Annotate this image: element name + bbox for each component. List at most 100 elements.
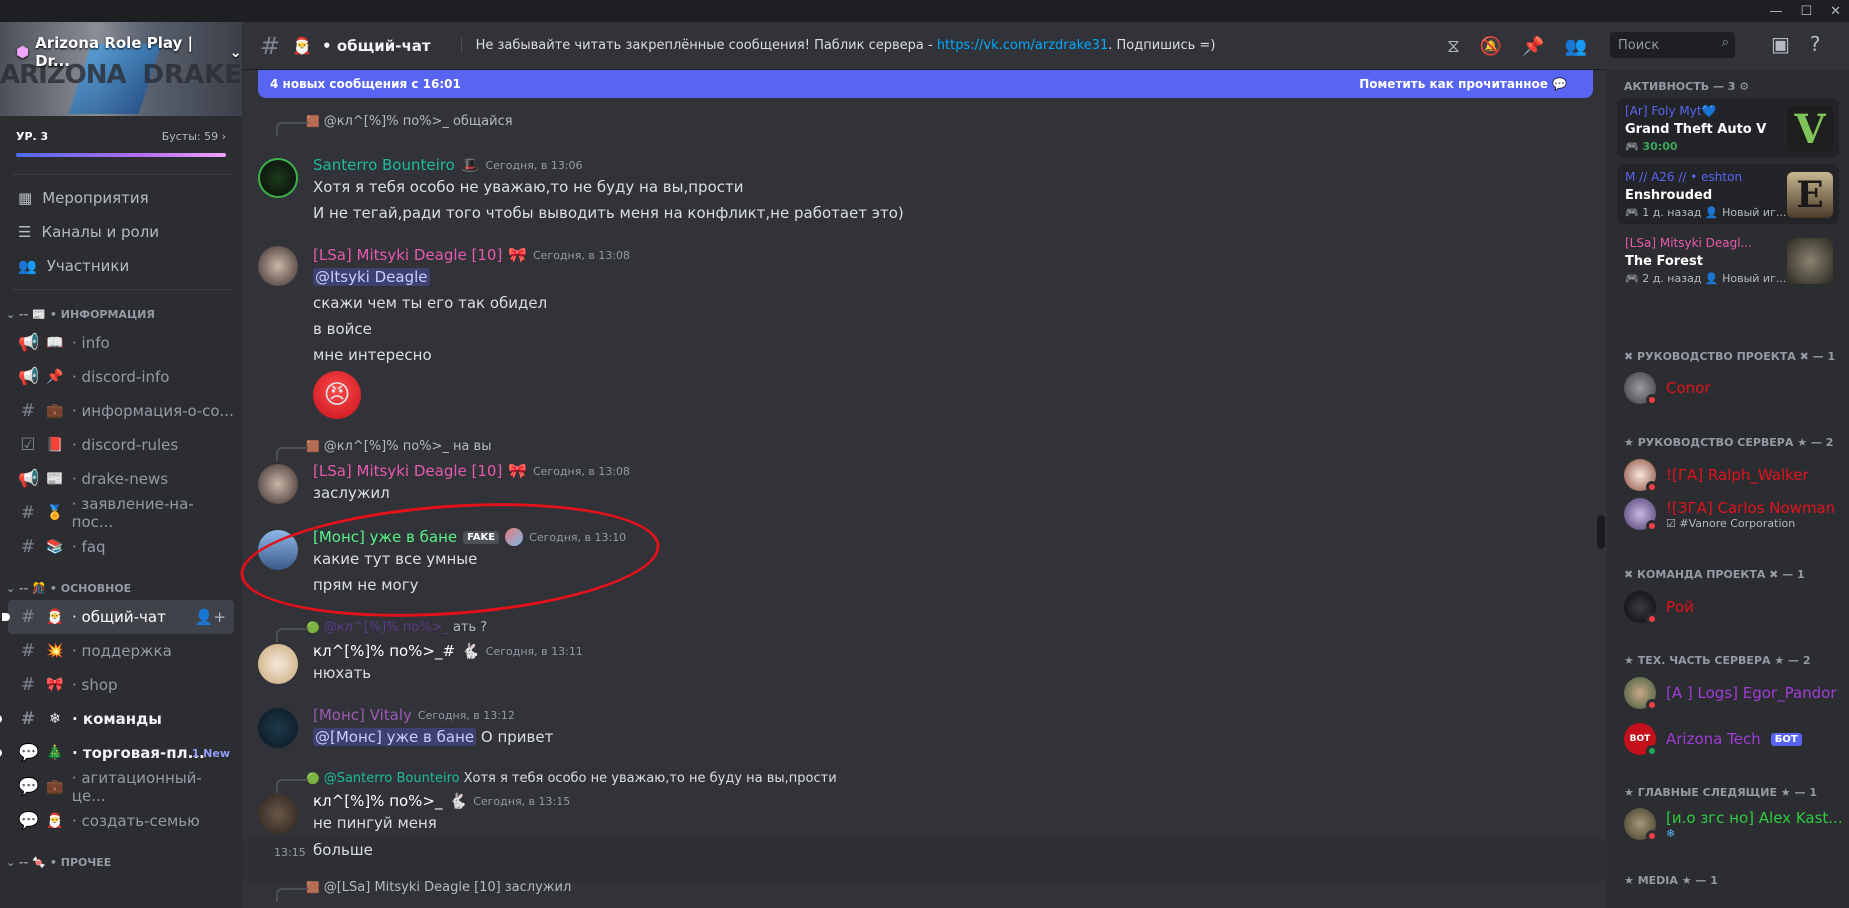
avatar[interactable]	[258, 246, 298, 286]
menu-events[interactable]: ▦ Мероприятия	[0, 181, 242, 215]
help-icon[interactable]: ?	[1810, 32, 1821, 56]
minimize-button[interactable]: —	[1769, 4, 1782, 19]
channel-drake-news[interactable]: 📢 📰 · drake-news	[0, 462, 234, 496]
avatar[interactable]	[258, 158, 298, 198]
message-text: И не тегай,ради того чтобы выводить меня…	[313, 204, 904, 222]
server-icon: ⬢	[16, 43, 30, 61]
channel-информация-о-со[interactable]: # 💼 · информация-о-со...	[0, 394, 234, 428]
channel-discord-rules[interactable]: ☑ 📕 · discord-rules	[0, 428, 234, 462]
channel-discord-info[interactable]: 📢 📌 · discord-info	[0, 360, 234, 394]
avatar[interactable]	[258, 708, 298, 748]
avatar[interactable]	[258, 644, 298, 684]
channel-type-icon: 📢	[18, 367, 40, 387]
channel-name: · команды	[72, 710, 162, 728]
member-item[interactable]: Conor	[1624, 372, 1711, 406]
inbox-icon[interactable]: ▣	[1771, 32, 1790, 56]
menu-channels-roles[interactable]: ☰ Каналы и роли	[0, 215, 242, 249]
member-item[interactable]: [и.о згс но] Alex Kast... ❄	[1624, 808, 1843, 842]
close-button[interactable]: ✕	[1830, 4, 1841, 19]
user-mention[interactable]: @[Монс] уже в бане	[313, 728, 477, 746]
member-item[interactable]: ![ГА] Ralph_Walker	[1624, 459, 1809, 493]
threads-icon[interactable]: ⧖	[1447, 36, 1460, 57]
server-name[interactable]: ⬢ Arizona Role Play | Dr... ⌄	[16, 34, 242, 70]
message-author[interactable]: кл^[%]% по%>_ 🐇 Сегодня, в 13:15	[313, 792, 570, 810]
avatar	[1624, 808, 1658, 842]
channel-name: · faq	[72, 538, 106, 556]
channel-общий-чат[interactable]: # 🎅 · общий-чат 👤+	[2, 600, 234, 634]
message-text: @[Монс] уже в бане О привет	[313, 728, 554, 746]
channel-emoji: 💼	[46, 779, 64, 795]
channel-команды[interactable]: # ❄ · команды	[0, 702, 234, 736]
reply-reference[interactable]: 🟫 @кл^[%]% по%>_ на вы	[276, 439, 491, 461]
channel-type-icon: #	[20, 503, 36, 523]
menu-members[interactable]: 👥 Участники	[0, 249, 242, 283]
role-icon: 🐇	[461, 642, 480, 660]
channel-заявление-на-пос[interactable]: # 🏅 · заявление-на-пос...	[0, 495, 234, 531]
hovered-message-row[interactable]	[242, 838, 1607, 882]
reply-reference[interactable]: 🟫 @кл^[%]% по%>_ общайся	[276, 114, 513, 136]
enshrouded-tile: E	[1787, 172, 1833, 218]
message-author[interactable]: кл^[%]% по%>_# 🐇 Сегодня, в 13:11	[313, 642, 583, 660]
avatar[interactable]	[258, 464, 298, 504]
reply-reference[interactable]: 🟢 @кл^[%]% по%>_ ать ?	[276, 620, 487, 642]
channel-агитационный-це[interactable]: 💬 💼 · агитационный-це...	[0, 769, 234, 805]
channel-name: · заявление-на-пос...	[71, 495, 194, 531]
channel-name: · создать-семью	[72, 812, 200, 830]
reply-avatar: 🟫	[306, 440, 320, 453]
server-banner[interactable]: ARIZONA DRAKE ⬢ Arizona Role Play | Dr..…	[0, 22, 242, 116]
search-input[interactable]: Поиск ⌕	[1610, 32, 1735, 58]
channel-shop[interactable]: # 🎀 · shop	[0, 668, 234, 702]
avatar	[1624, 498, 1658, 532]
member-list-icon[interactable]: 👥	[1565, 36, 1587, 57]
channel-торговая-пл[interactable]: 💬 🎄 · торговая-пл... 1 New	[0, 736, 234, 770]
category-main[interactable]: ⌄ -- 🎊 • ОСНОВНОЕ	[0, 576, 242, 600]
channel-name: · shop	[72, 676, 118, 694]
new-messages-bar[interactable]: 4 новых сообщения с 16:01 Пометить как п…	[258, 70, 1593, 98]
maximize-button[interactable]: ☐	[1800, 4, 1812, 19]
activity-card[interactable]: M // A26 // • eshton Enshrouded 🎮 1 д. н…	[1617, 164, 1839, 224]
scrollbar-thumb[interactable]	[1597, 515, 1605, 549]
activity-card[interactable]: [LSa] Mitsyki Deagl... The Forest 🎮 2 д.…	[1617, 230, 1839, 290]
add-member-icon[interactable]: 👤+	[195, 608, 226, 626]
channel-type-icon: 📢	[18, 333, 40, 353]
member-item[interactable]: BOT Arizona Tech БОТ	[1624, 723, 1802, 757]
avatar[interactable]	[258, 794, 298, 834]
channel-info[interactable]: 📢 📖 · info	[0, 326, 234, 360]
channel-поддержка[interactable]: # 💥 · поддержка	[0, 634, 234, 668]
channel-type-icon: 📢	[18, 469, 40, 489]
category-info[interactable]: ⌄ -- 📰 • ИНФОРМАЦИЯ	[0, 302, 242, 326]
channel-emoji: 📕	[46, 437, 64, 453]
pin-icon[interactable]: 📌	[1522, 36, 1544, 57]
member-item[interactable]: [A ] Logs] Egor_Pandor	[1624, 677, 1837, 711]
message-text: в войсе	[313, 320, 372, 338]
boost-progress[interactable]: УР. 3 Бусты: 59 ›	[0, 116, 242, 174]
reply-avatar: 🟢	[306, 621, 320, 634]
bow-icon: 🎀	[508, 246, 527, 264]
reply-avatar: 🟫	[306, 115, 320, 128]
channel-header: # 🎅 • общий-чат Не забывайте читать закр…	[242, 22, 1607, 70]
message-author[interactable]: [LSa] Mitsyki Deagle [10] 🎀 Сегодня, в 13:…	[313, 462, 630, 480]
reply-reference[interactable]: 🟢 @Santerro Bounteiro Хотя я тебя особо не…	[276, 771, 837, 793]
notifications-muted-icon[interactable]: 🔕	[1480, 36, 1502, 57]
channel-emoji: 💼	[46, 403, 64, 419]
member-list: АКТИВНОСТЬ — 3 ⚙ [Ar] Foly Myt💙 Grand Th…	[1607, 70, 1849, 908]
channel-faq[interactable]: # 📚 · faq	[0, 530, 234, 564]
role-group-header: ✖ РУКОВОДСТВО ПРОЕКТА ✖ — 1	[1624, 350, 1836, 363]
channel-name: · drake-news	[72, 470, 169, 488]
message-author[interactable]: [LSa] Mitsyki Deagle [10] 🎀 Сегодня, в 13:…	[313, 246, 630, 264]
category-other[interactable]: ⌄ -- 🍬 • ПРОЧЕЕ	[0, 850, 242, 874]
member-item[interactable]: ![ЗГА] Carlos Nowman ☑ #Vanore Corporatio…	[1624, 498, 1835, 532]
channel-создать-семью[interactable]: 💬 🎅 · создать-семью	[0, 804, 234, 838]
user-mention[interactable]: @Itsyki Deagle	[313, 268, 430, 286]
message-author[interactable]: Santerro Bounteiro 🎩 Сегодня, в 13:06	[313, 156, 583, 174]
the-forest-tile	[1787, 238, 1833, 284]
mark-as-read-button[interactable]: Пометить как прочитанное 💬	[1359, 77, 1567, 91]
reply-reference[interactable]: 🟫 @[LSa] Mitsyki Deagle [10] заслужил	[276, 880, 571, 902]
topic-link[interactable]: https://vk.com/arzdrake31	[937, 38, 1108, 53]
role-group-header: ★ MEDIA ★ — 1	[1624, 874, 1718, 887]
activity-card[interactable]: [Ar] Foly Myt💙 Grand Theft Auto V 🎮 30:0…	[1617, 98, 1839, 158]
member-item[interactable]: Рой	[1624, 591, 1694, 625]
channel-topic[interactable]: Не забывайте читать закреплённые сообщен…	[460, 38, 1215, 53]
message-author[interactable]: [Монс] Vitaly Сегодня, в 13:12	[313, 706, 515, 724]
role-group-header: ✖ КОМАНДА ПРОЕКТА ✖ — 1	[1624, 568, 1805, 581]
